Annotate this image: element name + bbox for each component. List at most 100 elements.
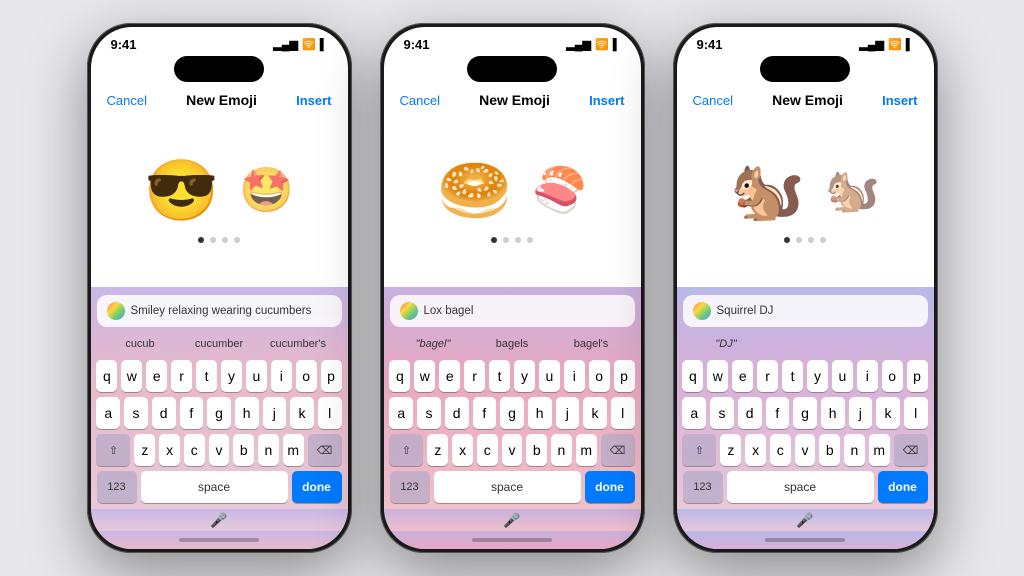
cancel-button-2[interactable]: Cancel xyxy=(400,93,440,108)
cancel-button-3[interactable]: Cancel xyxy=(693,93,733,108)
space-key-1[interactable]: space xyxy=(141,471,288,503)
key-b-1[interactable]: b xyxy=(233,434,254,466)
key-z-3[interactable]: z xyxy=(720,434,741,466)
key-n-2[interactable]: n xyxy=(551,434,572,466)
emoji-primary-2[interactable]: 🥯 xyxy=(437,161,512,221)
space-key-3[interactable]: space xyxy=(727,471,874,503)
key-m-1[interactable]: m xyxy=(283,434,304,466)
delete-key-2[interactable]: ⌫ xyxy=(601,434,635,466)
key-g-1[interactable]: g xyxy=(207,397,231,429)
key-k-2[interactable]: k xyxy=(583,397,607,429)
key-r-2[interactable]: r xyxy=(464,360,485,392)
emoji-secondary-1[interactable]: 🤩 xyxy=(239,169,294,213)
key-v-3[interactable]: v xyxy=(795,434,816,466)
key-v-1[interactable]: v xyxy=(209,434,230,466)
key-o-1[interactable]: o xyxy=(296,360,317,392)
key-c-3[interactable]: c xyxy=(770,434,791,466)
mic-icon-2[interactable]: 🎤 xyxy=(503,512,520,529)
autocomplete-2-1[interactable]: "bagel" xyxy=(394,336,473,352)
emoji-secondary-2[interactable]: 🍣 xyxy=(532,169,587,213)
key-d-1[interactable]: d xyxy=(152,397,176,429)
key-f-1[interactable]: f xyxy=(180,397,204,429)
key-w-1[interactable]: w xyxy=(121,360,142,392)
key-h-1[interactable]: h xyxy=(235,397,259,429)
done-key-1[interactable]: done xyxy=(292,471,342,503)
key-g-3[interactable]: g xyxy=(793,397,817,429)
key-j-2[interactable]: j xyxy=(556,397,580,429)
key-s-3[interactable]: s xyxy=(710,397,734,429)
key-s-1[interactable]: s xyxy=(124,397,148,429)
key-h-3[interactable]: h xyxy=(821,397,845,429)
key-j-1[interactable]: j xyxy=(263,397,287,429)
key-s-2[interactable]: s xyxy=(417,397,441,429)
autocomplete-1-1[interactable]: cucub xyxy=(101,336,180,352)
key-w-3[interactable]: w xyxy=(707,360,728,392)
key-g-2[interactable]: g xyxy=(500,397,524,429)
key-x-2[interactable]: x xyxy=(452,434,473,466)
key-t-2[interactable]: t xyxy=(489,360,510,392)
key-p-2[interactable]: p xyxy=(614,360,635,392)
key-d-3[interactable]: d xyxy=(738,397,762,429)
key-123-1[interactable]: 123 xyxy=(97,471,137,503)
search-field-2[interactable]: Lox bagel xyxy=(390,295,635,327)
delete-key-1[interactable]: ⌫ xyxy=(308,434,342,466)
key-y-2[interactable]: y xyxy=(514,360,535,392)
emoji-primary-3[interactable]: 🐿️ xyxy=(730,161,805,221)
key-t-3[interactable]: t xyxy=(782,360,803,392)
key-o-3[interactable]: o xyxy=(882,360,903,392)
key-q-1[interactable]: q xyxy=(96,360,117,392)
autocomplete-1-3[interactable]: cucumber's xyxy=(259,336,338,352)
emoji-secondary-3[interactable]: 🐿️ xyxy=(825,169,880,213)
autocomplete-3-1[interactable]: "DJ" xyxy=(687,336,766,352)
key-a-1[interactable]: a xyxy=(96,397,120,429)
emoji-primary-1[interactable]: 😎 xyxy=(144,161,219,221)
key-123-3[interactable]: 123 xyxy=(683,471,723,503)
key-p-3[interactable]: p xyxy=(907,360,928,392)
key-n-3[interactable]: n xyxy=(844,434,865,466)
key-i-3[interactable]: i xyxy=(857,360,878,392)
key-d-2[interactable]: d xyxy=(445,397,469,429)
key-r-1[interactable]: r xyxy=(171,360,192,392)
search-field-1[interactable]: Smiley relaxing wearing cucumbers xyxy=(97,295,342,327)
key-v-2[interactable]: v xyxy=(502,434,523,466)
key-r-3[interactable]: r xyxy=(757,360,778,392)
key-q-2[interactable]: q xyxy=(389,360,410,392)
key-e-1[interactable]: e xyxy=(146,360,167,392)
key-h-2[interactable]: h xyxy=(528,397,552,429)
key-f-2[interactable]: f xyxy=(473,397,497,429)
insert-button-3[interactable]: Insert xyxy=(882,93,917,108)
insert-button-2[interactable]: Insert xyxy=(589,93,624,108)
key-i-1[interactable]: i xyxy=(271,360,292,392)
key-q-3[interactable]: q xyxy=(682,360,703,392)
key-e-2[interactable]: e xyxy=(439,360,460,392)
search-field-3[interactable]: Squirrel DJ xyxy=(683,295,928,327)
key-k-3[interactable]: k xyxy=(876,397,900,429)
shift-key-3[interactable]: ⇧ xyxy=(682,434,716,466)
key-a-2[interactable]: a xyxy=(389,397,413,429)
key-f-3[interactable]: f xyxy=(766,397,790,429)
insert-button-1[interactable]: Insert xyxy=(296,93,331,108)
key-e-3[interactable]: e xyxy=(732,360,753,392)
key-w-2[interactable]: w xyxy=(414,360,435,392)
key-u-1[interactable]: u xyxy=(246,360,267,392)
key-o-2[interactable]: o xyxy=(589,360,610,392)
key-a-3[interactable]: a xyxy=(682,397,706,429)
autocomplete-2-2[interactable]: bagels xyxy=(473,336,552,352)
key-n-1[interactable]: n xyxy=(258,434,279,466)
done-key-3[interactable]: done xyxy=(878,471,928,503)
key-u-2[interactable]: u xyxy=(539,360,560,392)
key-l-3[interactable]: l xyxy=(904,397,928,429)
key-m-3[interactable]: m xyxy=(869,434,890,466)
key-z-1[interactable]: z xyxy=(134,434,155,466)
key-y-3[interactable]: y xyxy=(807,360,828,392)
key-m-2[interactable]: m xyxy=(576,434,597,466)
key-u-3[interactable]: u xyxy=(832,360,853,392)
key-p-1[interactable]: p xyxy=(321,360,342,392)
key-c-2[interactable]: c xyxy=(477,434,498,466)
key-b-3[interactable]: b xyxy=(819,434,840,466)
key-y-1[interactable]: y xyxy=(221,360,242,392)
mic-icon-3[interactable]: 🎤 xyxy=(796,512,813,529)
key-x-1[interactable]: x xyxy=(159,434,180,466)
key-b-2[interactable]: b xyxy=(526,434,547,466)
key-x-3[interactable]: x xyxy=(745,434,766,466)
